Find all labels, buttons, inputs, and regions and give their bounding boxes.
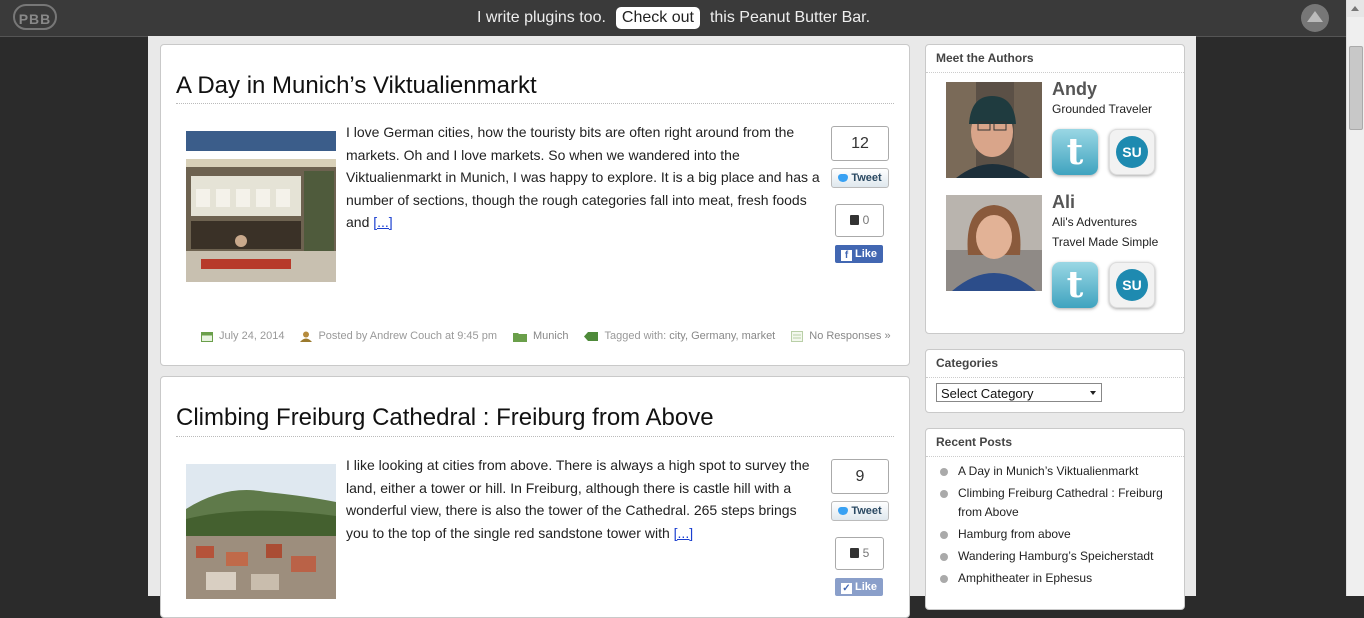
like-count-value: 5 xyxy=(862,546,870,560)
recent-post-link[interactable]: Amphitheater in Ephesus xyxy=(938,569,1173,588)
author-photo-ali[interactable] xyxy=(946,195,1042,291)
tweet-label: Tweet xyxy=(851,505,882,517)
like-count: 5 xyxy=(835,537,884,570)
scroll-up-arrow-icon[interactable] xyxy=(1347,0,1364,17)
responses-link[interactable]: No Responses » xyxy=(809,330,890,342)
excerpt-text: I like looking at cities from above. The… xyxy=(346,457,810,541)
user-icon xyxy=(300,331,313,342)
check-out-button[interactable]: Check out xyxy=(615,7,700,29)
recent-post-link[interactable]: Hamburg from above xyxy=(938,525,1173,544)
message-before: I write plugins too. xyxy=(476,9,606,26)
category-link[interactable]: Munich xyxy=(533,330,568,342)
post-title[interactable]: A Day in Munich’s Viktualienmarkt xyxy=(176,72,537,100)
vertical-scrollbar[interactable] xyxy=(1346,0,1364,596)
tweet-label: Tweet xyxy=(851,172,882,184)
like-label: Like xyxy=(854,248,877,260)
folder-icon xyxy=(513,332,527,342)
recent-post-link[interactable]: Wandering Hamburg’s Speicherstadt xyxy=(938,547,1173,566)
title-divider xyxy=(176,103,894,104)
widget-title: Recent Posts xyxy=(936,435,1013,449)
category-select[interactable]: Select Category xyxy=(936,383,1102,402)
author-blog[interactable]: Ali's Adventures xyxy=(1052,215,1137,229)
facebook-like-button[interactable]: f Like xyxy=(835,245,883,263)
post-card: Climbing Freiburg Cathedral : Freiburg f… xyxy=(160,376,910,618)
post-excerpt: I like looking at cities from above. The… xyxy=(346,454,821,544)
scrollbar-thumb[interactable] xyxy=(1349,46,1363,130)
author-blog[interactable]: Grounded Traveler xyxy=(1052,102,1152,116)
post-title[interactable]: Climbing Freiburg Cathedral : Freiburg f… xyxy=(176,404,714,432)
post-thumbnail[interactable] xyxy=(186,131,336,282)
post-card: A Day in Munich’s Viktualienmarkt I love… xyxy=(160,44,910,366)
calendar-icon xyxy=(201,331,213,342)
tweet-button[interactable]: Tweet xyxy=(831,168,889,188)
thumbs-up-icon xyxy=(849,548,859,558)
tweet-count: 12 xyxy=(831,126,889,161)
widget-divider xyxy=(926,377,1184,378)
post-meta: July 24, 2014 Posted by Andrew Couch at … xyxy=(201,330,891,342)
page-content: A Day in Munich’s Viktualienmarkt I love… xyxy=(148,36,1196,618)
author-blog[interactable]: Travel Made Simple xyxy=(1052,235,1158,249)
twitter-bird-icon xyxy=(838,174,849,183)
excerpt-text: I love German cities, how the touristy b… xyxy=(346,124,820,230)
title-divider xyxy=(176,436,894,437)
tagged-prefix: Tagged with: xyxy=(604,330,667,342)
facebook-icon: f xyxy=(840,250,852,261)
recent-post-link[interactable]: Climbing Freiburg Cathedral : Freiburg f… xyxy=(938,484,1173,522)
widget-divider xyxy=(926,456,1184,457)
stumbleupon-icon[interactable]: SU xyxy=(1109,129,1155,175)
author-name: Andy xyxy=(1052,79,1097,99)
recent-post-link[interactable]: A Day in Munich’s Viktualienmarkt xyxy=(938,462,1173,481)
twitter-bird-icon xyxy=(838,507,849,516)
widget-divider xyxy=(926,72,1184,73)
recent-posts-widget: Recent Posts A Day in Munich’s Viktualie… xyxy=(925,428,1185,610)
widget-title: Categories xyxy=(936,356,999,370)
widget-title: Meet the Authors xyxy=(936,51,1034,65)
check-icon: ✓ xyxy=(840,583,852,594)
twitter-icon[interactable]: t xyxy=(1052,129,1098,175)
message-after: this Peanut Butter Bar. xyxy=(709,9,871,26)
tag-icon xyxy=(584,331,599,341)
post-date: July 24, 2014 xyxy=(219,330,285,342)
notification-message: I write plugins too. Check out this Pean… xyxy=(0,0,1347,36)
author-name: Ali xyxy=(1052,192,1076,212)
post-excerpt: I love German cities, how the touristy b… xyxy=(346,121,821,234)
posted-by: Posted by Andrew Couch at 9:45 pm xyxy=(318,330,497,342)
thumbs-up-icon xyxy=(849,215,859,225)
author-photo-andy[interactable] xyxy=(946,82,1042,178)
comment-icon xyxy=(791,330,804,342)
tweet-count: 9 xyxy=(831,459,889,494)
stumbleupon-icon[interactable]: SU xyxy=(1109,262,1155,308)
authors-widget: Meet the Authors Andy Grounded Traveler … xyxy=(925,44,1185,334)
arrow-up-icon[interactable] xyxy=(1301,4,1329,32)
recent-posts-list: A Day in Munich’s Viktualienmarkt Climbi… xyxy=(938,462,1173,591)
like-count-value: 0 xyxy=(862,213,870,227)
like-label: Like xyxy=(854,581,877,593)
categories-widget: Categories Select Category xyxy=(925,349,1185,413)
twitter-icon[interactable]: t xyxy=(1052,262,1098,308)
like-count: 0 xyxy=(835,204,884,237)
tweet-button[interactable]: Tweet xyxy=(831,501,889,521)
notification-bar: PBB I write plugins too. Check out this … xyxy=(0,0,1347,37)
read-more-link[interactable]: [...] xyxy=(674,525,693,541)
tags-links[interactable]: city, Germany, market xyxy=(669,330,775,342)
post-thumbnail[interactable] xyxy=(186,464,336,599)
facebook-like-button[interactable]: ✓ Like xyxy=(835,578,883,596)
read-more-link[interactable]: [...] xyxy=(373,214,392,230)
